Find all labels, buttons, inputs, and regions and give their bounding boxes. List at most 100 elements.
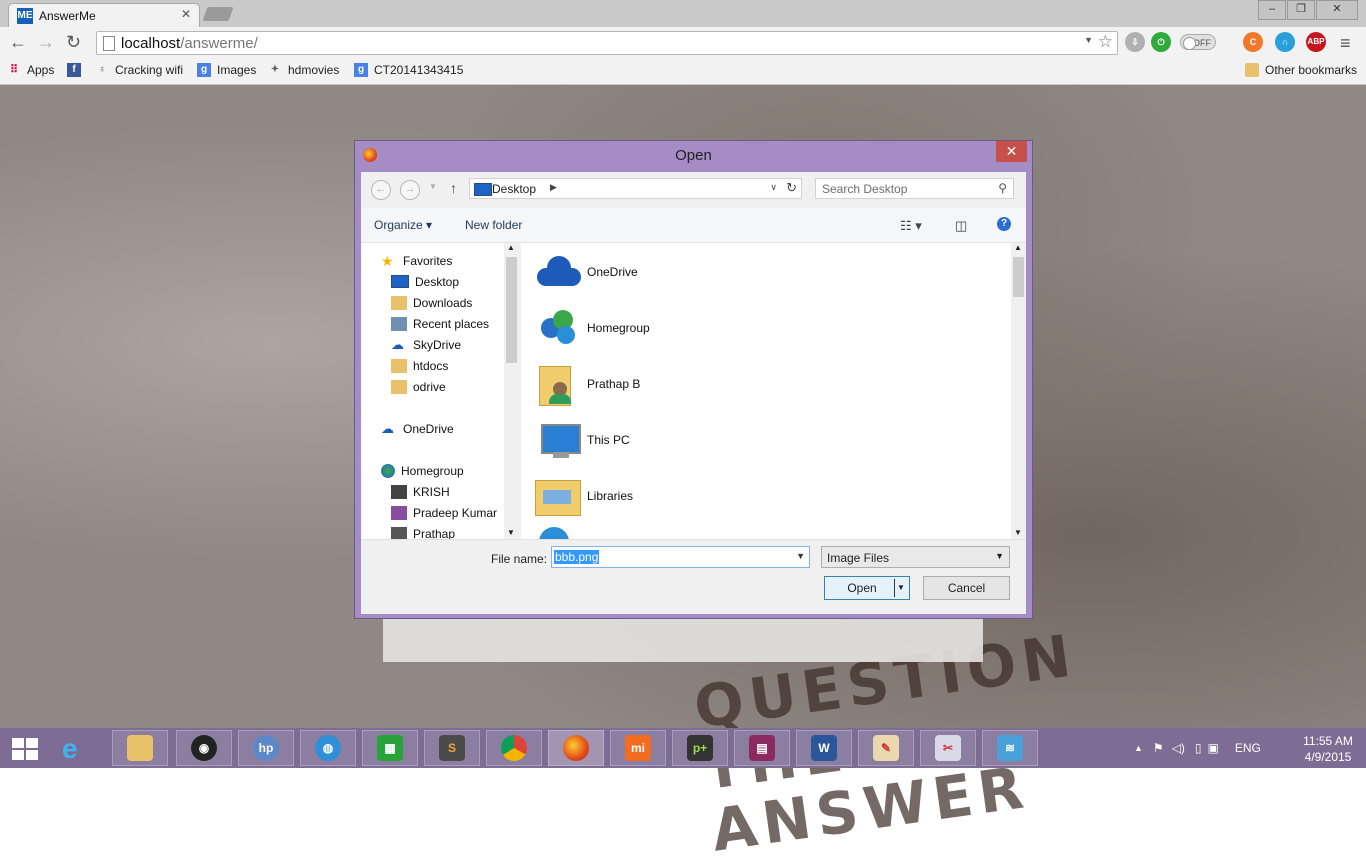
forward-arrow-icon[interactable]: → bbox=[37, 32, 55, 53]
nav-item-recent-places[interactable]: Recent places bbox=[391, 313, 489, 334]
breadcrumb-chevron-icon[interactable]: ▶ bbox=[550, 182, 557, 193]
close-window-button[interactable]: ✕ bbox=[1316, 0, 1358, 20]
nav-item-odrive[interactable]: odrive bbox=[391, 376, 446, 397]
reload-icon[interactable]: ↻ bbox=[66, 32, 81, 53]
bookmark-ct[interactable]: g CT20141343415 bbox=[354, 63, 463, 77]
start-button[interactable] bbox=[12, 738, 38, 760]
omnibox-dropdown-icon[interactable]: ▼ bbox=[1084, 35, 1093, 45]
new-tab-button[interactable] bbox=[202, 7, 234, 21]
file-name-input[interactable]: bbb.png ▼ bbox=[551, 546, 810, 568]
bookmark-hdmovies[interactable]: ✦ hdmovies bbox=[268, 63, 340, 77]
scroll-up-icon[interactable]: ▲ bbox=[507, 243, 515, 252]
bookmark-apps[interactable]: ⠿ Apps bbox=[7, 63, 54, 77]
cloud-icon: ☁ bbox=[381, 420, 394, 436]
battery-icon[interactable]: ▯ bbox=[1195, 741, 1202, 755]
taskbar-hp[interactable]: hp bbox=[238, 730, 294, 766]
tab-close-icon[interactable]: ✕ bbox=[181, 7, 191, 21]
nav-item-krish[interactable]: KRISH bbox=[391, 481, 450, 502]
taskbar-winrar[interactable]: ▤ bbox=[734, 730, 790, 766]
bookmark-images[interactable]: g Images bbox=[197, 63, 256, 77]
file-type-select[interactable]: Image Files ▼ bbox=[821, 546, 1010, 568]
nav-item-htdocs[interactable]: htdocs bbox=[391, 355, 448, 376]
nav-onedrive[interactable]: ☁ OneDrive bbox=[381, 418, 454, 439]
change-view-icon[interactable]: ☷ ▾ bbox=[900, 218, 922, 234]
flag-icon[interactable]: ⚑ bbox=[1153, 741, 1164, 755]
scroll-down-icon[interactable]: ▼ bbox=[1014, 528, 1022, 537]
forward-icon[interactable]: → bbox=[400, 180, 420, 200]
adblock-icon[interactable]: ABP bbox=[1306, 32, 1326, 52]
nav-item-desktop[interactable]: Desktop bbox=[391, 271, 459, 292]
new-folder-button[interactable]: New folder bbox=[465, 218, 522, 232]
nav-item-pradeep[interactable]: Pradeep Kumar bbox=[391, 502, 497, 523]
taskbar-wifi[interactable]: ≋ bbox=[982, 730, 1038, 766]
folder-icon bbox=[1245, 63, 1259, 77]
nav-item-skydrive[interactable]: ☁ SkyDrive bbox=[391, 334, 461, 355]
internet-explorer-icon[interactable]: e bbox=[62, 734, 92, 764]
nav-homegroup[interactable]: Homegroup bbox=[381, 460, 464, 481]
browser-tab[interactable]: ME AnswerMe ✕ bbox=[8, 3, 200, 28]
tray-expand-icon[interactable]: ▲ bbox=[1134, 743, 1143, 753]
address-bar[interactable]: localhost/answerme/ ▼ ☆ bbox=[96, 31, 1118, 55]
nav-item-prathap[interactable]: Prathap bbox=[391, 523, 455, 539]
taskbar-webcam[interactable]: ◉ bbox=[176, 730, 232, 766]
chrome-menu-icon[interactable]: ≡ bbox=[1340, 33, 1351, 54]
taskbar-mi[interactable]: mi bbox=[610, 730, 666, 766]
toggle-switch[interactable]: OFF bbox=[1180, 34, 1216, 50]
network-icon[interactable]: ▣ bbox=[1208, 741, 1219, 755]
cancel-button[interactable]: Cancel bbox=[923, 576, 1010, 600]
file-scrollbar[interactable]: ▲ ▼ bbox=[1011, 243, 1026, 539]
nav-scrollbar[interactable]: ▲ ▼ bbox=[504, 243, 519, 539]
nav-scroll-thumb[interactable] bbox=[506, 257, 517, 363]
back-icon[interactable]: ← bbox=[371, 180, 391, 200]
bookmark-star-icon[interactable]: ☆ bbox=[1098, 32, 1113, 52]
help-icon[interactable]: ? bbox=[997, 217, 1011, 231]
back-arrow-icon[interactable]: ← bbox=[9, 32, 27, 53]
minimize-button[interactable]: – bbox=[1258, 0, 1286, 20]
file-item-this-pc[interactable]: This PC bbox=[533, 415, 630, 465]
power-extension-icon[interactable]: ⏻ bbox=[1151, 32, 1171, 52]
volume-icon[interactable]: ◁) bbox=[1172, 741, 1185, 755]
nav-favorites[interactable]: ★ Favorites bbox=[381, 250, 452, 271]
open-split-arrow-icon[interactable]: ▼ bbox=[894, 579, 907, 597]
taskbar-snipping[interactable]: ✂ bbox=[920, 730, 976, 766]
taskbar-file-explorer[interactable] bbox=[112, 730, 168, 766]
search-input[interactable]: Search Desktop ⚲ bbox=[815, 178, 1014, 199]
preview-pane-icon[interactable]: ◫ bbox=[955, 218, 967, 234]
download-extension-icon[interactable]: ⇩ bbox=[1125, 32, 1145, 52]
taskbar-chrome[interactable] bbox=[486, 730, 542, 766]
nav-item-downloads[interactable]: Downloads bbox=[391, 292, 472, 313]
file-item-libraries[interactable]: Libraries bbox=[533, 471, 633, 521]
taskbar-firefox[interactable] bbox=[548, 730, 604, 766]
other-bookmarks[interactable]: Other bookmarks bbox=[1245, 63, 1357, 77]
organize-button[interactable]: Organize ▾ bbox=[374, 218, 432, 232]
taskbar-globe[interactable]: ◍ bbox=[300, 730, 356, 766]
scroll-down-icon[interactable]: ▼ bbox=[507, 528, 515, 537]
open-button[interactable]: Open ▼ bbox=[824, 576, 910, 600]
file-scroll-thumb[interactable] bbox=[1013, 257, 1024, 297]
downloads-folder-icon bbox=[391, 295, 407, 310]
headphones-extension-icon[interactable]: ∩ bbox=[1275, 32, 1295, 52]
refresh-icon[interactable]: ↻ bbox=[786, 180, 797, 196]
restore-button[interactable]: ❐ bbox=[1287, 0, 1315, 20]
location-bar[interactable]: Desktop ▶ ∨ ↻ bbox=[469, 178, 802, 199]
taskbar-paint[interactable]: ✎ bbox=[858, 730, 914, 766]
bookmark-facebook[interactable]: f bbox=[67, 63, 87, 77]
location-dropdown-icon[interactable]: ∨ bbox=[770, 182, 777, 193]
file-item-homegroup[interactable]: Homegroup bbox=[533, 303, 650, 353]
file-name-dropdown-icon[interactable]: ▼ bbox=[796, 551, 805, 561]
file-item-user[interactable]: Prathap B bbox=[533, 359, 640, 409]
bookmark-cracking-wifi[interactable]: ♁ Cracking wifi bbox=[95, 63, 183, 77]
scroll-up-icon[interactable]: ▲ bbox=[1014, 243, 1022, 252]
recent-locations-icon[interactable]: ▼ bbox=[429, 182, 437, 191]
c-extension-icon[interactable]: C bbox=[1243, 32, 1263, 52]
globe-icon: ◍ bbox=[315, 735, 341, 761]
file-item-onedrive[interactable]: OneDrive bbox=[533, 247, 638, 297]
taskbar-pplus[interactable]: p+ bbox=[672, 730, 728, 766]
language-indicator[interactable]: ENG bbox=[1235, 741, 1261, 755]
taskbar-sublime[interactable]: S bbox=[424, 730, 480, 766]
taskbar-word[interactable]: W bbox=[796, 730, 852, 766]
clock[interactable]: 11:55 AM 4/9/2015 bbox=[1296, 733, 1360, 765]
dialog-close-button[interactable]: ✕ bbox=[996, 141, 1027, 162]
up-folder-icon[interactable]: ↑ bbox=[450, 180, 457, 196]
taskbar-store[interactable]: ▦ bbox=[362, 730, 418, 766]
